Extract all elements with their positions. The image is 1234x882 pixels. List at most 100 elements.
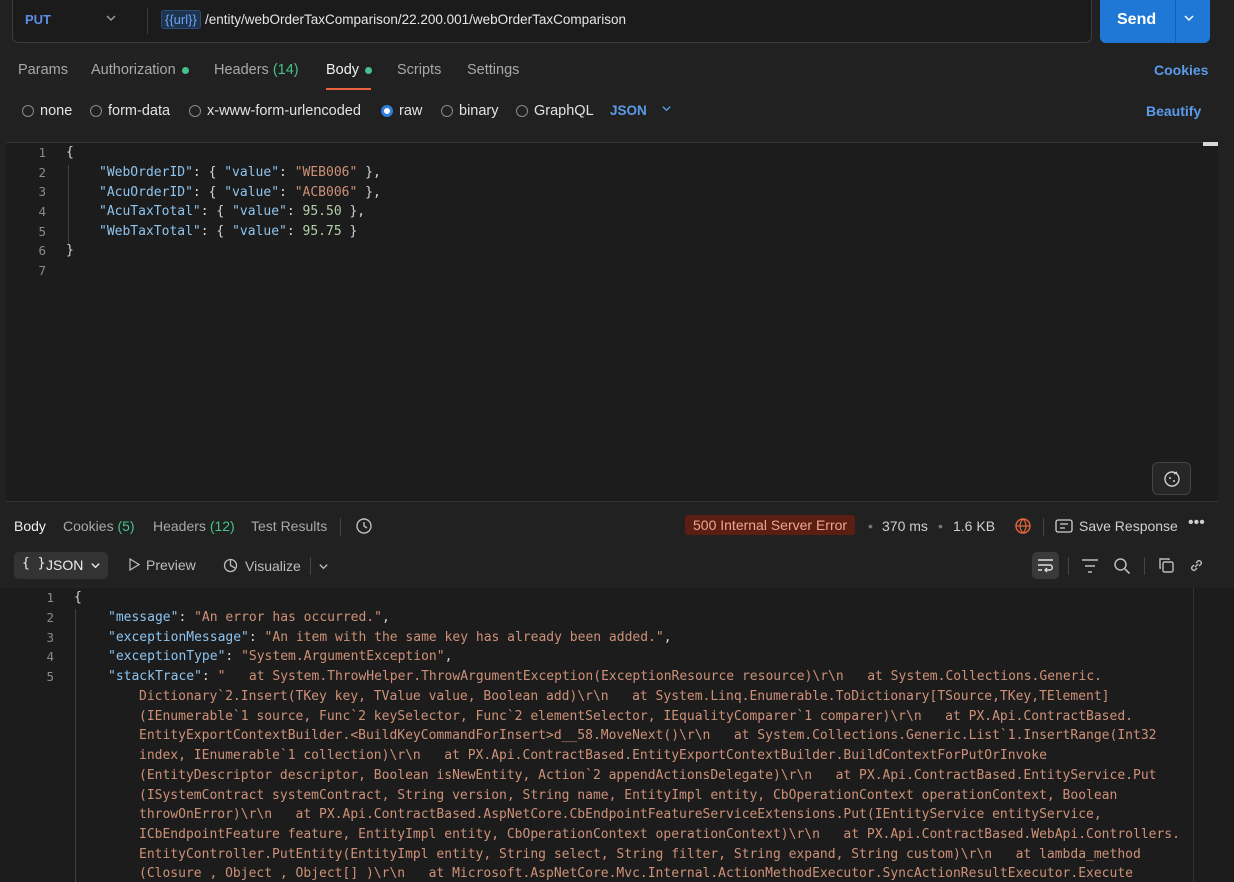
play-icon — [129, 557, 141, 572]
radio-none[interactable]: none — [22, 103, 72, 119]
body-language-select[interactable]: JSON — [610, 103, 672, 118]
view-mode-preview[interactable]: Preview — [128, 557, 196, 573]
radio-circle-icon — [189, 105, 201, 117]
wrap-icon — [1038, 559, 1053, 573]
code-brace: } — [66, 243, 74, 258]
code-line: "WebTaxTotal": { "value": 95.75 } — [99, 224, 358, 239]
url-input[interactable]: /entity/webOrderTaxComparison/22.200.001… — [205, 12, 626, 27]
code-line: EntityExportContextBuilder.<BuildKeyComm… — [139, 728, 1157, 743]
save-icon — [1055, 519, 1073, 533]
radio-form-data[interactable]: form-data — [90, 103, 170, 119]
word-wrap-button[interactable] — [1032, 552, 1059, 579]
divider — [1175, 0, 1176, 43]
tab-label: Cookies — [63, 518, 114, 534]
response-size: 1.6 KB — [953, 518, 996, 534]
divider — [147, 8, 148, 34]
scrollbar[interactable] — [1203, 142, 1218, 146]
code-line: (IEnumerable`1 source, Func`2 keySelecto… — [139, 709, 1133, 724]
save-response-button[interactable]: Save Response — [1055, 518, 1178, 534]
line-number: 3 — [38, 184, 46, 199]
beautify-button[interactable]: Beautify — [1146, 103, 1201, 119]
copy-icon[interactable] — [1158, 557, 1175, 574]
request-url-bar: PUT {{url}} /entity/webOrderTaxCompariso… — [12, 0, 1092, 43]
code-line: "message": "An error has occurred.", — [108, 610, 390, 625]
divider — [340, 518, 341, 536]
code-line: EntityController.PutEntity(EntityImpl en… — [139, 847, 1141, 862]
response-tab-body[interactable]: Body — [14, 518, 46, 534]
code-line: ICbEndpointFeature feature, EntityImpl e… — [139, 827, 1180, 842]
tab-authorization[interactable]: Authorization — [91, 62, 189, 78]
response-time: 370 ms — [882, 518, 928, 534]
more-options-icon[interactable]: ••• — [1188, 514, 1205, 532]
tab-scripts[interactable]: Scripts — [397, 62, 441, 78]
scrollbar[interactable] — [1193, 588, 1208, 882]
radio-label: binary — [459, 103, 499, 119]
line-number: 6 — [38, 243, 46, 258]
code-line: (EntityDescriptor descriptor, Boolean is… — [139, 768, 1157, 783]
response-tab-headers[interactable]: Headers (12) — [153, 518, 235, 534]
active-tab-indicator — [326, 88, 371, 90]
code-line: index, IEnumerable`1 collection)\r\n at … — [139, 748, 1047, 763]
code-line: "exceptionMessage": "An item with the sa… — [108, 630, 672, 645]
tab-body[interactable]: Body — [326, 62, 373, 78]
language-label: JSON — [610, 103, 647, 118]
send-options-chevron-icon[interactable] — [1183, 11, 1195, 27]
code-line: (ISystemContract systemContract, String … — [139, 788, 1118, 803]
chevron-down-icon[interactable] — [318, 561, 329, 572]
radio-graphql[interactable]: GraphQL — [516, 103, 594, 119]
history-icon[interactable] — [355, 517, 373, 538]
code-line: "WebOrderID": { "value": "WEB006" }, — [99, 165, 381, 180]
divider — [310, 557, 311, 575]
network-globe-icon[interactable] — [1014, 517, 1032, 538]
chevron-down-icon[interactable] — [105, 11, 117, 27]
send-button[interactable]: Send — [1100, 0, 1210, 43]
code-line: "AcuTaxTotal": { "value": 95.50 }, — [99, 204, 366, 219]
radio-selected-icon — [381, 105, 393, 117]
tab-headers[interactable]: Headers (14) — [214, 62, 299, 78]
radio-label: form-data — [108, 103, 171, 119]
code-line: "exceptionType": "System.ArgumentExcepti… — [108, 649, 453, 664]
line-number: 4 — [38, 204, 46, 219]
filter-icon[interactable] — [1081, 558, 1099, 574]
url-variable-chip[interactable]: {{url}} — [161, 10, 201, 29]
response-tab-cookies[interactable]: Cookies (5) — [63, 518, 135, 534]
search-icon[interactable] — [1113, 557, 1131, 575]
code-line: "stackTrace": " at System.ThrowHelper.Th… — [108, 669, 1102, 684]
code-line: (Closure , Object , Object[] )\r\n at Mi… — [139, 866, 1133, 881]
view-mode-visualize[interactable]: Visualize — [222, 557, 301, 574]
response-code-area: { "message": "An error has occurred.", "… — [0, 588, 1193, 882]
radio-label: none — [40, 103, 73, 119]
response-tab-test-results[interactable]: Test Results — [251, 518, 327, 534]
http-method-select[interactable]: PUT — [25, 12, 51, 27]
tab-label: Body — [326, 62, 360, 78]
status-dot-icon — [181, 66, 189, 74]
radio-label: x-www-form-urlencoded — [207, 103, 361, 119]
radio-label: raw — [399, 103, 423, 119]
indent-guide — [68, 165, 69, 245]
code-brace: { — [74, 590, 82, 605]
tab-params[interactable]: Params — [18, 62, 68, 78]
line-number: 7 — [38, 263, 46, 278]
radio-circle-icon — [441, 105, 453, 117]
send-button-label: Send — [1117, 11, 1157, 28]
tab-settings[interactable]: Settings — [467, 62, 519, 78]
radio-urlencoded[interactable]: x-www-form-urlencoded — [189, 103, 361, 119]
view-mode-label: Visualize — [245, 558, 301, 574]
divider — [1068, 557, 1069, 575]
view-mode-label: JSON — [46, 557, 84, 573]
braces-icon: { } — [22, 556, 46, 571]
format-cookie-button[interactable] — [1152, 462, 1191, 495]
status-badge: 500 Internal Server Error — [685, 515, 856, 535]
tab-label: Headers — [214, 62, 269, 78]
tab-count: (5) — [117, 518, 135, 534]
radio-circle-icon — [516, 105, 528, 117]
code-line: Dictionary`2.Insert(TKey key, TValue val… — [139, 689, 1110, 704]
radio-binary[interactable]: binary — [441, 103, 499, 119]
radio-circle-icon — [22, 105, 34, 117]
cookies-link[interactable]: Cookies — [1154, 62, 1208, 78]
radio-label: GraphQL — [534, 103, 594, 119]
link-icon[interactable] — [1188, 557, 1205, 574]
radio-raw[interactable]: raw — [381, 103, 422, 119]
view-mode-json[interactable]: { } JSON — [14, 552, 108, 579]
divider — [1144, 557, 1145, 575]
